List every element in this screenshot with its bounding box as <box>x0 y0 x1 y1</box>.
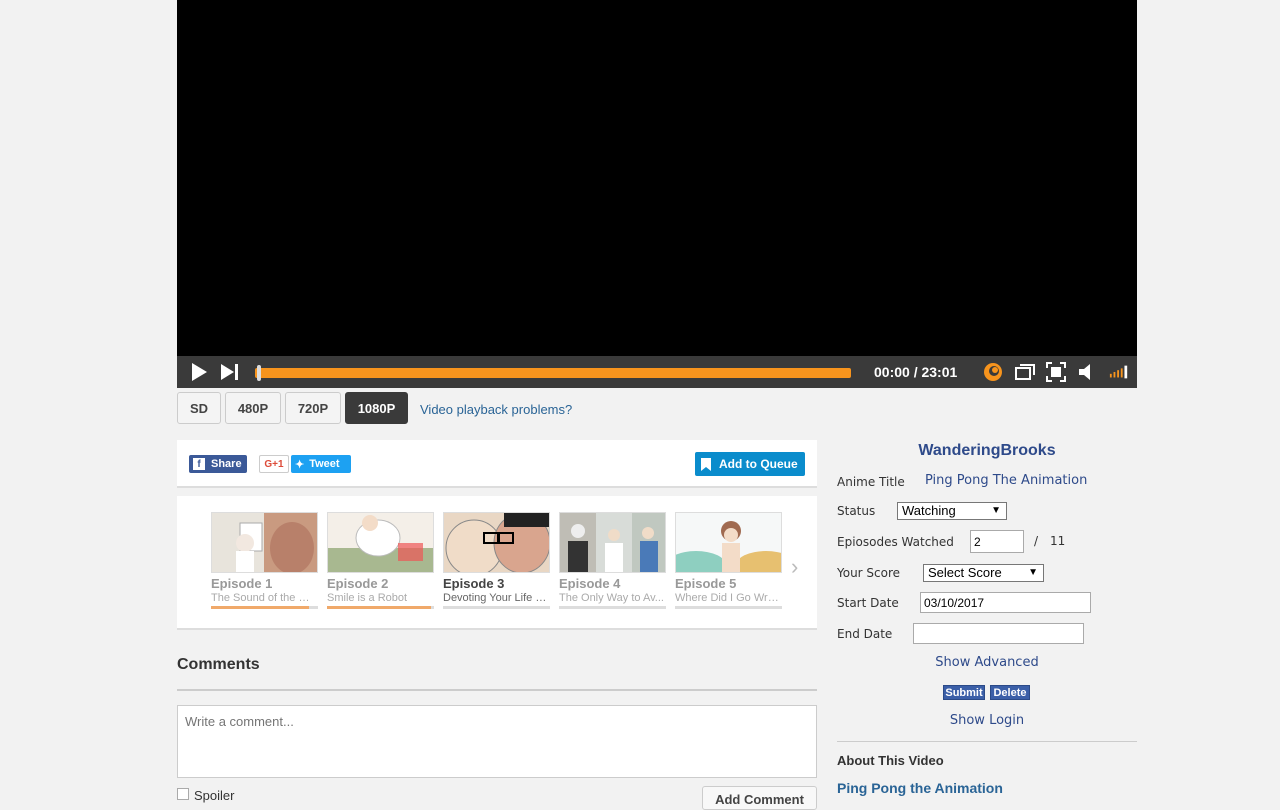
caret-down-icon: ▼ <box>1028 567 1038 578</box>
episode-subtitle: Smile is a Robot <box>327 592 408 604</box>
add-comment-button[interactable]: Add Comment <box>702 786 817 810</box>
chevron-right-icon[interactable]: › <box>791 554 798 580</box>
playback-problems-link[interactable]: Video playback problems? <box>420 402 572 417</box>
episode-thumbnail[interactable] <box>675 512 782 573</box>
episode-progress-fill <box>211 606 310 609</box>
episode-thumbnail[interactable] <box>327 512 434 573</box>
episode-subtitle: Where Did I Go Wro... <box>675 592 781 604</box>
caret-down-icon: ▼ <box>991 505 1001 516</box>
start-date-input[interactable] <box>920 592 1091 613</box>
episode-title: Episode 4 <box>559 576 621 591</box>
episodes-watched-label: Epiosodes Watched <box>837 535 954 549</box>
episodes-total: 11 <box>1050 534 1066 548</box>
episode-title: Episode 1 <box>211 576 273 591</box>
episodes-separator: / <box>1034 534 1039 548</box>
progress-handle[interactable] <box>257 365 261 381</box>
status-select-value: Watching <box>902 503 956 518</box>
submit-button[interactable]: Submit <box>943 685 985 700</box>
episode-progress-fill <box>327 606 431 609</box>
crunchyroll-logo-icon[interactable] <box>983 362 1003 382</box>
episode-thumbnail[interactable] <box>559 512 666 573</box>
show-login-link[interactable]: Show Login <box>837 713 1137 728</box>
volume-icon[interactable] <box>1078 362 1098 382</box>
episode-subtitle: The Only Way to Av... <box>559 592 664 604</box>
username: WanderingBrooks <box>918 442 1056 459</box>
episode-thumbnail[interactable] <box>443 512 550 573</box>
quality-sd-button[interactable]: SD <box>177 392 221 424</box>
episode-card[interactable]: Episode 4 The Only Way to Av... <box>559 512 667 609</box>
add-to-queue-button[interactable]: Add to Queue <box>695 452 805 476</box>
about-divider <box>837 741 1137 742</box>
score-select-value: Select Score <box>928 565 1002 580</box>
episode-progress <box>327 606 434 609</box>
episode-title: Episode 2 <box>327 576 389 591</box>
anime-title-value: Ping Pong The Animation <box>925 473 1088 488</box>
quality-480p-button[interactable]: 480P <box>225 392 281 424</box>
episode-title: Episode 5 <box>675 576 737 591</box>
comments-heading: Comments <box>177 656 260 673</box>
twitter-icon: ✦ <box>295 458 305 471</box>
show-advanced-link[interactable]: Show Advanced <box>837 655 1137 670</box>
player-controls: 00:00 / 23:01 <box>177 356 1137 388</box>
anime-title-label: Anime Title <box>837 475 905 489</box>
episode-subtitle: Devoting Your Life to... <box>443 592 549 604</box>
status-label: Status <box>837 504 876 518</box>
end-date-label: End Date <box>837 627 893 641</box>
episode-progress <box>443 606 550 609</box>
play-icon[interactable] <box>189 362 209 382</box>
time-display: 00:00 / 23:01 <box>874 364 958 380</box>
episode-subtitle: The Sound of the W... <box>211 592 317 604</box>
facebook-share-button[interactable]: f Share <box>189 455 247 473</box>
bookmark-icon <box>701 457 711 471</box>
score-select[interactable]: Select Score ▼ <box>923 564 1044 582</box>
start-date-label: Start Date <box>837 596 899 610</box>
quality-1080p-button[interactable]: 1080P <box>345 392 408 424</box>
episode-card[interactable]: Episode 3 Devoting Your Life to... <box>443 512 551 609</box>
share-bar: f Share G+1 ✦ Tweet Add to Queue <box>177 440 817 488</box>
about-heading: About This Video <box>837 753 944 768</box>
episode-card[interactable]: Episode 5 Where Did I Go Wro... <box>675 512 783 609</box>
episodes-watched-input[interactable] <box>970 530 1024 553</box>
facebook-icon: f <box>193 458 205 470</box>
about-show-link[interactable]: Ping Pong the Animation <box>837 780 1003 796</box>
volume-level-icon[interactable] <box>1109 362 1129 382</box>
end-date-input[interactable] <box>913 623 1084 644</box>
tweet-button[interactable]: ✦ Tweet <box>291 455 351 473</box>
episode-progress <box>559 606 666 609</box>
spoiler-label: Spoiler <box>194 788 235 803</box>
add-to-queue-label: Add to Queue <box>719 457 798 471</box>
tweet-label: Tweet <box>309 458 340 470</box>
facebook-share-label: Share <box>211 458 242 470</box>
google-plus-button[interactable]: G+1 <box>259 455 289 473</box>
video-player[interactable] <box>177 0 1137 356</box>
comments-divider <box>177 689 817 691</box>
episode-progress <box>675 606 782 609</box>
episode-progress <box>211 606 318 609</box>
delete-button[interactable]: Delete <box>990 685 1030 700</box>
theater-mode-icon[interactable] <box>1015 362 1035 382</box>
status-select[interactable]: Watching ▼ <box>897 502 1007 520</box>
episode-carousel: Episode 1 The Sound of the W... Episode … <box>177 496 817 630</box>
next-episode-icon[interactable] <box>220 362 240 382</box>
fullscreen-icon[interactable] <box>1046 362 1066 382</box>
spoiler-checkbox[interactable] <box>177 788 189 800</box>
progress-bar[interactable] <box>255 368 851 378</box>
episode-card[interactable]: Episode 2 Smile is a Robot <box>327 512 435 609</box>
quality-720p-button[interactable]: 720P <box>285 392 341 424</box>
episode-title: Episode 3 <box>443 576 505 591</box>
score-label: Your Score <box>837 566 901 580</box>
comment-input[interactable] <box>177 705 817 778</box>
episode-thumbnail[interactable] <box>211 512 318 573</box>
episode-card[interactable]: Episode 1 The Sound of the W... <box>211 512 319 609</box>
